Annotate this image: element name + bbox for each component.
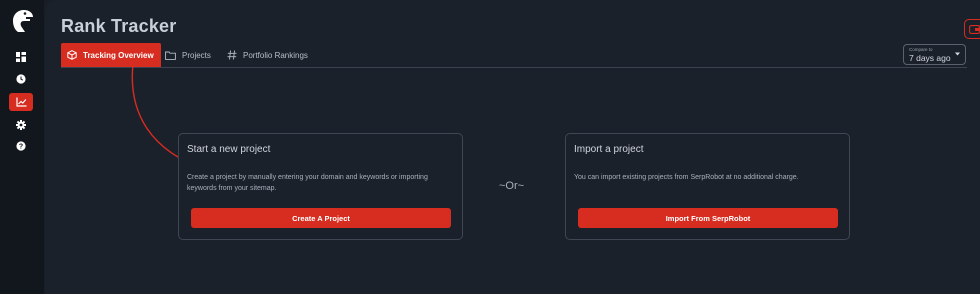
card-title: Start a new project	[187, 144, 271, 155]
card-description: Create a project by manually entering yo…	[187, 174, 428, 192]
create-project-button[interactable]: Create A Project	[191, 208, 451, 228]
compare-value: 7 days ago	[909, 53, 951, 63]
tab-label: Portfolio Rankings	[243, 50, 308, 60]
caret-down-icon	[955, 52, 960, 56]
tab-portfolio-rankings[interactable]: Portfolio Rankings	[227, 43, 308, 67]
card-description: You can import existing projects from Se…	[574, 174, 799, 181]
sidebar-item-charts[interactable]	[9, 93, 33, 111]
tab-label: Projects	[182, 50, 211, 60]
sidebar-item-settings[interactable]	[9, 116, 33, 134]
sidebar-item-history[interactable]	[9, 70, 33, 88]
svg-text:?: ?	[19, 144, 23, 151]
page-title: Rank Tracker	[61, 16, 177, 36]
compare-label: Compare to	[909, 47, 933, 52]
tab-label: Tracking Overview	[83, 50, 154, 60]
sidebar-item-dashboard[interactable]	[9, 48, 33, 66]
main-panel: Rank Tracker Tracking Overview Projects …	[45, 0, 980, 294]
settings-icon	[16, 120, 26, 130]
box-icon	[67, 50, 77, 60]
history-icon	[16, 74, 26, 84]
dinosaur-logo[interactable]	[9, 8, 35, 34]
dashboard-icon	[16, 52, 26, 62]
hash-icon	[227, 50, 237, 60]
wallet-icon	[968, 24, 980, 34]
card-title: Import a project	[574, 144, 644, 155]
import-project-card: Import a project You can import existing…	[565, 133, 850, 240]
or-separator: ~Or~	[499, 180, 525, 192]
help-icon: ?	[16, 141, 26, 151]
folder-icon	[165, 51, 176, 60]
top-right-button[interactable]	[964, 19, 980, 39]
sidebar-item-help[interactable]: ?	[9, 137, 33, 155]
compare-select[interactable]: Compare to 7 days ago	[903, 44, 966, 65]
chart-icon	[15, 97, 26, 107]
new-project-card: Start a new project Create a project by …	[178, 133, 463, 240]
sidebar: ?	[0, 0, 44, 294]
import-from-serprobot-button[interactable]: Import From SerpRobot	[578, 208, 838, 228]
